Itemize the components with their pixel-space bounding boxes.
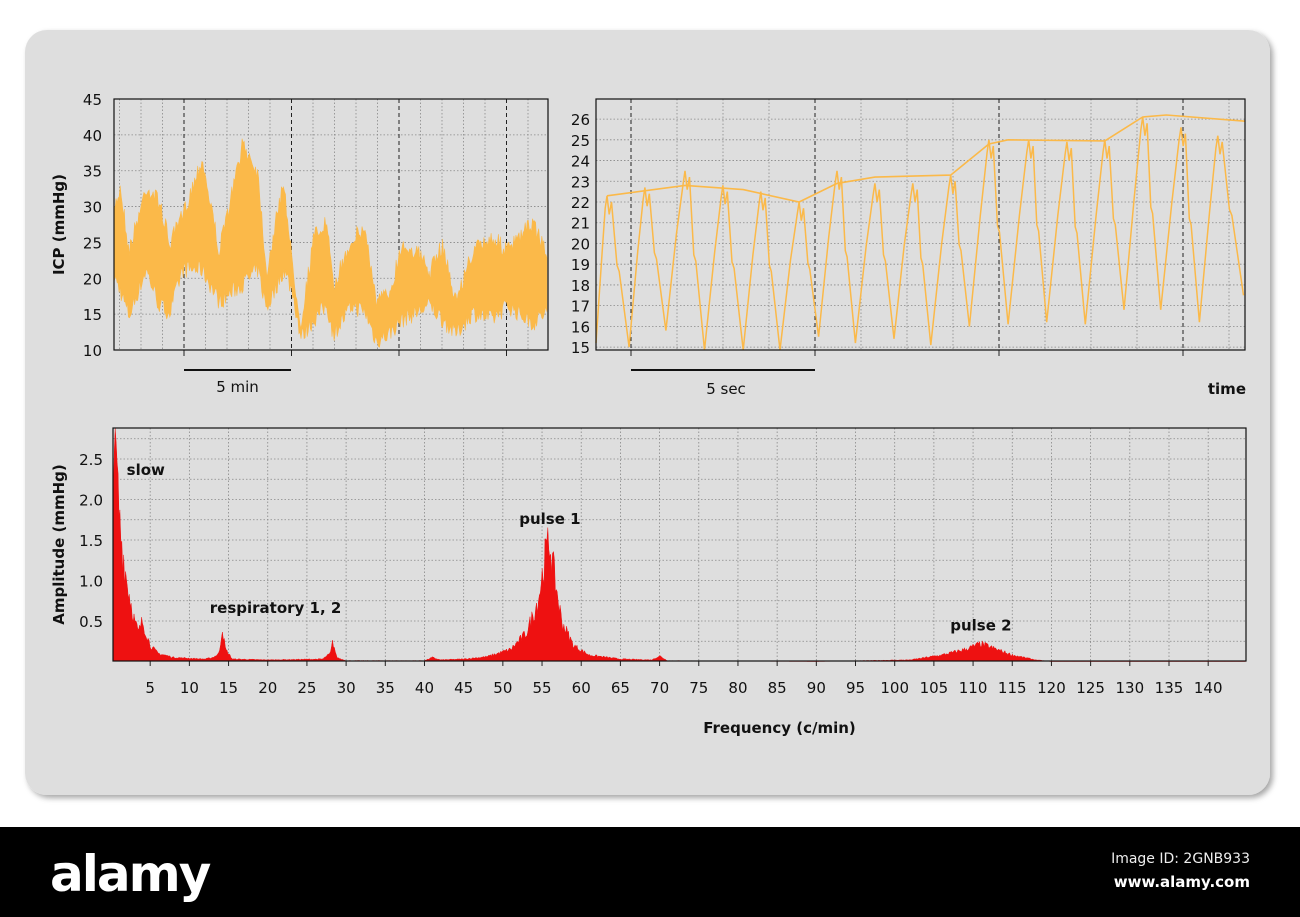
x-tick-label: 55 [532, 679, 551, 697]
x-tick-label: 45 [454, 679, 473, 697]
x-tick-label: 110 [959, 679, 988, 697]
y-axis-label: ICP (mmHg) [50, 174, 68, 275]
x-tick-label: 75 [689, 679, 708, 697]
x-tick-label: 85 [768, 679, 787, 697]
x-tick-label: 135 [1155, 679, 1184, 697]
alamy-logo: alamy [50, 845, 211, 903]
y-tick-label: 2.5 [79, 451, 103, 469]
x-tick-label: 120 [1037, 679, 1066, 697]
y-tick-label: 2.0 [79, 492, 103, 510]
y-tick-label: 25 [571, 132, 590, 150]
y-tick-label: 45 [83, 91, 102, 109]
x-tick-label: 95 [846, 679, 865, 697]
x-tick-label: 90 [807, 679, 826, 697]
x-tick-label: 130 [1115, 679, 1144, 697]
y-tick-label: 25 [83, 234, 102, 252]
x-tick-label: 125 [1076, 679, 1105, 697]
x-tick-label: 100 [880, 679, 909, 697]
y-tick-label: 22 [571, 194, 590, 212]
y-tick-label: 23 [571, 173, 590, 191]
y-tick-label: 16 [571, 318, 590, 336]
site-url: www.alamy.com [1113, 873, 1250, 891]
x-tick-label: 30 [337, 679, 356, 697]
y-axis-label: Amplitude (mmHg) [50, 464, 68, 625]
figure: 10 15 20 25 30 35 40 45 ICP (mmHg) 5 min 15 16 17 18… [25, 30, 1270, 795]
y-tick-label: 15 [83, 306, 102, 324]
x-axis-label: time [1208, 380, 1246, 398]
y-tick-label: 20 [83, 270, 102, 288]
x-tick-label: 40 [415, 679, 434, 697]
x-tick-label: 5 [145, 679, 155, 697]
y-tick-label: 20 [571, 235, 590, 253]
x-tick-label: 70 [650, 679, 669, 697]
x-tick-label: 60 [572, 679, 591, 697]
peak-annotation: pulse 2 [950, 617, 1011, 635]
y-tick-label: 1.0 [79, 573, 103, 591]
scale-bar-label: 5 sec [706, 380, 746, 398]
x-tick-label: 65 [611, 679, 630, 697]
x-tick-label: 20 [258, 679, 277, 697]
y-tick-label: 24 [571, 153, 590, 171]
x-tick-label: 80 [728, 679, 747, 697]
x-tick-label: 15 [219, 679, 238, 697]
x-tick-label: 50 [493, 679, 512, 697]
peak-annotation: slow [127, 461, 165, 479]
y-tick-label: 35 [83, 163, 102, 181]
y-tick-label: 10 [83, 342, 102, 360]
scale-bar-label: 5 min [216, 378, 259, 396]
y-tick-label: 21 [571, 215, 590, 233]
y-tick-label: 19 [571, 256, 590, 274]
peak-annotation: pulse 1 [519, 510, 580, 528]
x-axis-label: Frequency (c/min) [703, 719, 856, 737]
x-tick-label: 35 [376, 679, 395, 697]
image-id: Image ID: 2GNB933 [1111, 851, 1250, 867]
peak-annotation: respiratory 1, 2 [210, 599, 342, 617]
y-tick-label: 18 [571, 277, 590, 295]
y-tick-label: 15 [571, 339, 590, 357]
x-tick-label: 10 [180, 679, 199, 697]
x-tick-label: 25 [297, 679, 316, 697]
y-tick-label: 0.5 [79, 613, 103, 631]
y-tick-label: 17 [571, 298, 590, 316]
y-tick-label: 1.5 [79, 532, 103, 550]
y-tick-label: 40 [83, 127, 102, 145]
x-tick-label: 115 [998, 679, 1027, 697]
x-tick-label: 140 [1194, 679, 1223, 697]
x-tick-label: 105 [920, 679, 949, 697]
y-tick-label: 30 [83, 199, 102, 217]
y-tick-label: 26 [571, 111, 590, 129]
footer-bar: alamy Image ID: 2GNB933 www.alamy.com [0, 827, 1300, 917]
